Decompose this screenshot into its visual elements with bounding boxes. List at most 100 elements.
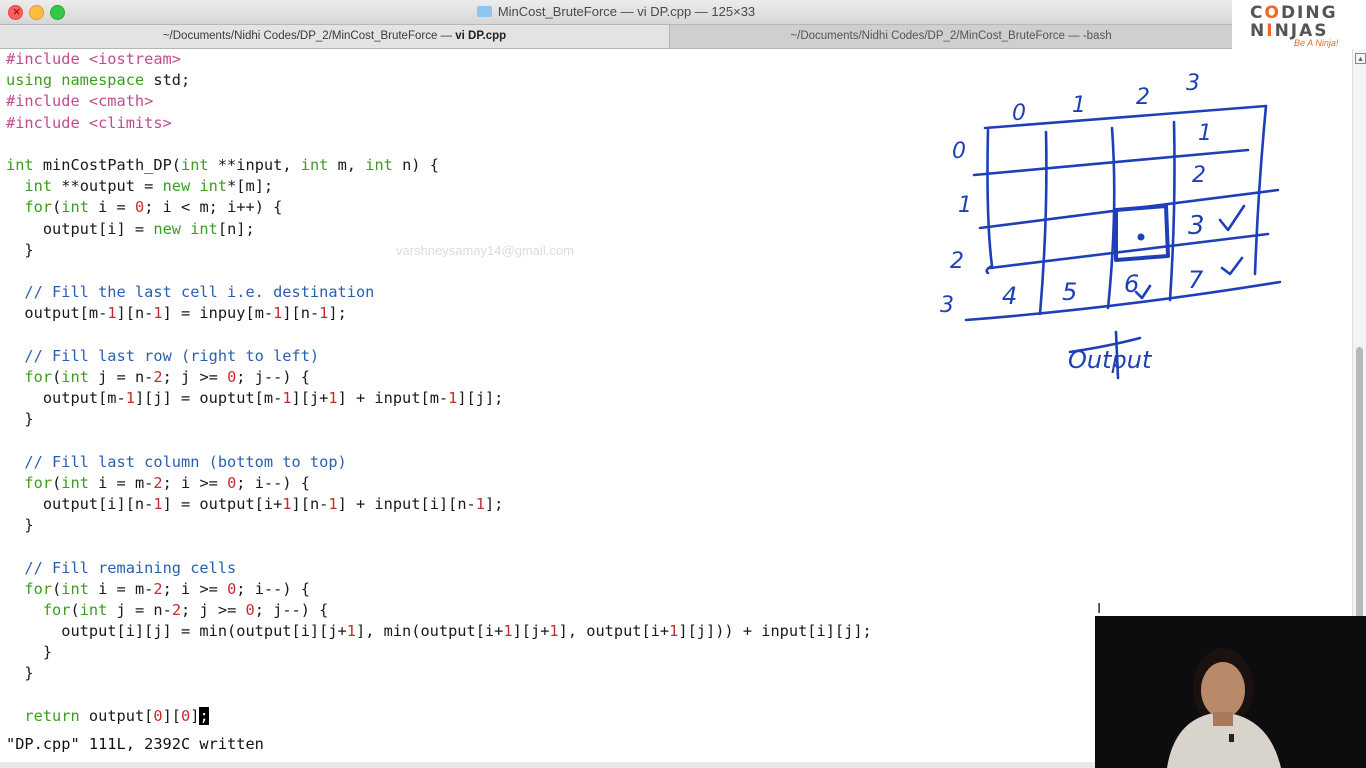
code-token: for — [42, 600, 71, 619]
code-line[interactable]: int **output = new int*[m]; — [6, 176, 872, 197]
grid-left-line — [985, 128, 994, 275]
code-line[interactable] — [6, 430, 872, 451]
code-token: output[i][n- — [6, 494, 154, 513]
window-bottom-edge — [0, 762, 1095, 768]
code-line[interactable]: #include <cmath> — [6, 91, 872, 112]
code-token: } — [6, 643, 53, 662]
code-line[interactable] — [6, 685, 872, 706]
code-line[interactable] — [6, 261, 872, 282]
code-token: int — [79, 600, 108, 619]
scrollbar-thumb[interactable] — [1356, 347, 1363, 661]
grid-col-line — [1106, 126, 1116, 310]
code-line[interactable]: for(int i = m-2; i >= 0; i--) { — [6, 579, 872, 600]
code-line[interactable]: } — [6, 409, 872, 430]
grid-col-line — [1038, 130, 1048, 316]
code-token: ]; — [328, 304, 347, 323]
code-area[interactable]: #include <iostream> using namespace std; #… — [6, 49, 872, 727]
code-token: return — [24, 706, 80, 725]
window-title-text: MinCost_BruteForce — vi DP.cpp — 125×33 — [497, 4, 756, 19]
code-token: *[m]; — [227, 177, 274, 196]
code-token: int — [61, 198, 89, 217]
code-line[interactable]: using namespace std; — [6, 70, 872, 91]
presenter-webcam — [1095, 616, 1366, 768]
code-token: ][j])) + input[i][j]; — [678, 622, 872, 641]
code-line[interactable]: #include <iostream> — [6, 49, 872, 70]
code-line[interactable]: // Fill remaining cells — [6, 558, 872, 579]
code-line[interactable] — [6, 324, 872, 345]
code-token: 1 — [273, 304, 283, 323]
code-line[interactable]: output[m-1][n-1] = inpuy[m-1][n-1]; — [6, 303, 872, 324]
code-token: int — [61, 367, 89, 386]
grid-line — [988, 232, 1270, 270]
code-token: 2 — [153, 579, 163, 598]
code-token: output[i][j] = min(output[i][j+ — [6, 622, 347, 641]
code-line[interactable]: for(int j = n-2; j >= 0; j--) { — [6, 600, 872, 621]
code-token: ][j+ — [291, 389, 329, 407]
code-token: } — [6, 240, 34, 259]
presenter-neck — [1213, 712, 1233, 726]
presenter-face — [1201, 662, 1245, 718]
code-line[interactable]: for(int i = 0; i < m; i++) { — [6, 197, 872, 218]
code-token: 0 — [227, 367, 237, 386]
code-line[interactable]: return output[0][0]; — [6, 706, 872, 727]
code-line[interactable]: // Fill the last cell i.e. destination — [6, 282, 872, 303]
presenter-video-frame — [1095, 616, 1366, 768]
code-line[interactable]: } — [6, 663, 872, 684]
code-token: for — [24, 473, 53, 492]
code-token: ], min(output[i+ — [355, 622, 504, 641]
code-line[interactable]: output[i][j] = min(output[i][j+1], min(o… — [6, 621, 872, 642]
code-line[interactable]: } — [6, 515, 872, 536]
checkmark-icon — [1218, 204, 1246, 232]
code-token: 1 — [319, 304, 329, 323]
grid-line — [972, 148, 1250, 177]
code-token: // Fill the last cell i.e. destination — [24, 283, 375, 302]
code-line[interactable]: for(int j = n-2; j >= 0; j--) { — [6, 367, 872, 388]
row-label: 3 — [940, 293, 954, 318]
code-token: ( — [52, 579, 62, 598]
code-token: [n]; — [217, 219, 255, 238]
code-line[interactable] — [6, 134, 872, 155]
logo-letter: O — [1264, 3, 1281, 23]
code-token: ; j >= — [181, 600, 246, 619]
code-line[interactable]: for(int i = m-2; i >= 0; i--) { — [6, 473, 872, 494]
cell-value: 2 — [1192, 163, 1206, 188]
code-line[interactable]: int minCostPath_DP(int **input, int m, i… — [6, 155, 872, 176]
code-token: ; j--) { — [254, 600, 329, 619]
code-token: output[i] = — [6, 219, 154, 238]
code-token: ] + input[i][n- — [337, 494, 476, 513]
code-line[interactable]: output[m-1][j] = ouptut[m-1][j+1] + inpu… — [6, 388, 872, 409]
code-line[interactable]: // Fill last column (bottom to top) — [6, 452, 872, 473]
checkmark-icon — [1220, 256, 1244, 276]
code-token: new — [153, 219, 181, 238]
code-line[interactable]: } — [6, 642, 872, 663]
code-line[interactable]: output[i] = new int[n]; — [6, 219, 872, 240]
code-token: #include <iostream> — [6, 50, 181, 68]
logo-letter: I — [1266, 21, 1275, 41]
code-token: for — [24, 367, 53, 386]
code-token: } — [6, 410, 34, 429]
code-token: ][ — [162, 706, 182, 725]
vim-cursor: ; — [199, 706, 209, 725]
code-token: int — [190, 219, 218, 238]
code-token: j = n- — [107, 600, 172, 619]
scroll-up-icon[interactable]: ▴ — [1355, 53, 1366, 64]
code-token: ], output[i+ — [558, 622, 670, 641]
code-token: new — [162, 177, 191, 196]
code-token: ][j]; — [457, 389, 504, 407]
code-token: i = — [88, 198, 135, 217]
code-line[interactable]: output[i][n-1] = output[i+1][n-1] + inpu… — [6, 494, 872, 515]
tab-vi-dp-cpp[interactable]: ~/Documents/Nidhi Codes/DP_2/MinCost_Bru… — [0, 25, 670, 48]
highlight-dot — [1137, 233, 1145, 241]
tab-bash[interactable]: ~/Documents/Nidhi Codes/DP_2/MinCost_Bru… — [670, 25, 1232, 48]
code-token: 1 — [153, 304, 163, 323]
code-token: 1 — [107, 304, 117, 323]
code-line[interactable]: // Fill last row (right to left) — [6, 346, 872, 367]
cell-value: 3 — [1188, 211, 1205, 241]
code-line[interactable]: #include <climits> — [6, 113, 872, 134]
code-line[interactable] — [6, 536, 872, 557]
code-token: ] + input[m- — [337, 389, 449, 407]
